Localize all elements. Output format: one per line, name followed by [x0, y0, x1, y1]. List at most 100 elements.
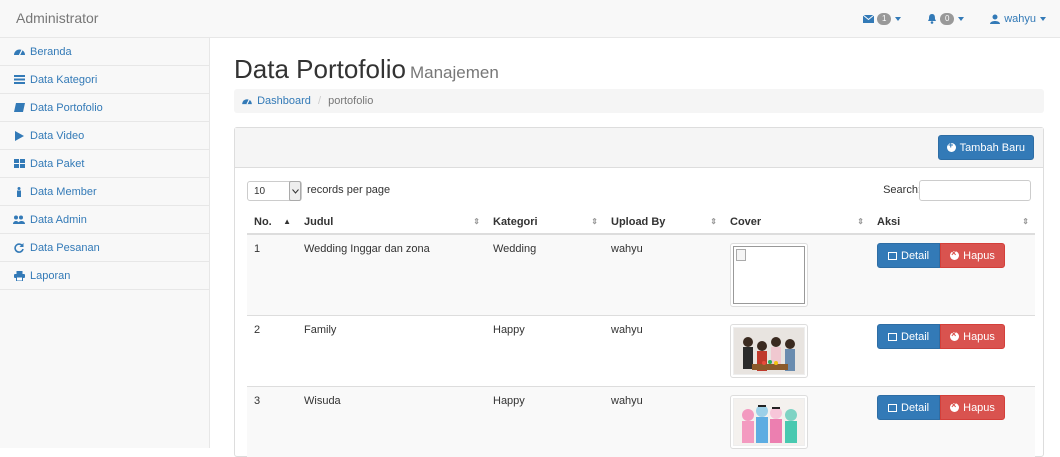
- sidebar-item-label: Laporan: [30, 270, 70, 282]
- sort-icon: ⇕: [857, 217, 864, 226]
- table-header-row: No.▲ Judul⇕ Kategori⇕ Upload By⇕ Cover⇕ …: [247, 210, 1035, 234]
- print-icon: [13, 271, 25, 281]
- page-title: Data PortofolioManajemen: [234, 54, 499, 85]
- sidebar-item-data-pesanan[interactable]: Data Pesanan: [0, 234, 209, 262]
- column-header-judul[interactable]: Judul⇕: [297, 210, 486, 234]
- header-label: Upload By: [611, 216, 665, 228]
- column-header-aksi[interactable]: Aksi ⇕: [870, 210, 1035, 234]
- chevron-down-icon: [289, 181, 301, 201]
- header-label: No.: [254, 216, 272, 228]
- play-icon: [13, 131, 25, 141]
- th-large-icon: [13, 159, 25, 169]
- add-new-button[interactable]: Tambah Baru: [938, 135, 1034, 160]
- book-icon: [13, 103, 25, 113]
- page-title-text: Data Portofolio: [234, 54, 406, 84]
- sidebar-item-data-admin[interactable]: Data Admin: [0, 206, 209, 234]
- cover-thumbnail: [730, 395, 808, 449]
- sidebar-item-label: Data Paket: [30, 158, 84, 170]
- column-header-cover[interactable]: Cover⇕: [723, 210, 870, 234]
- column-header-no[interactable]: No. ▲: [247, 210, 297, 234]
- detail-button[interactable]: Detail: [877, 243, 940, 268]
- delete-button[interactable]: Hapus: [940, 395, 1005, 420]
- breadcrumb-separator: /: [318, 95, 321, 107]
- caret-down-icon: [1040, 17, 1046, 21]
- bell-icon: [927, 14, 937, 24]
- action-buttons: Detail Hapus: [877, 243, 1005, 268]
- column-header-upload-by[interactable]: Upload By ⇕: [604, 210, 723, 234]
- header-label: Aksi: [877, 216, 900, 228]
- sort-asc-icon: ▲: [283, 217, 291, 226]
- breadcrumb: Dashboard / portofolio: [234, 89, 1044, 113]
- cell-kategori: Happy: [486, 387, 604, 457]
- dashboard-icon: [242, 97, 252, 105]
- sort-icon: ⇕: [710, 217, 717, 226]
- cell-aksi: Detail Hapus: [870, 316, 1035, 387]
- cell-upload-by: wahyu: [604, 316, 723, 387]
- cover-thumbnail: [730, 324, 808, 378]
- navbar-right: 1 0 wahyu: [837, 0, 1046, 38]
- header-label: Judul: [304, 216, 333, 228]
- sidebar-item-data-paket[interactable]: Data Paket: [0, 150, 209, 178]
- search-input[interactable]: [919, 180, 1031, 201]
- sidebar-item-data-portofolio[interactable]: Data Portofolio: [0, 94, 209, 122]
- cell-cover: [723, 316, 870, 387]
- sidebar-item-beranda[interactable]: Beranda: [0, 38, 209, 66]
- sidebar-item-label: Data Pesanan: [30, 242, 100, 254]
- search-label: Search:: [883, 184, 921, 196]
- family-photo: [733, 327, 805, 375]
- table-row: 3 Wisuda Happy wahyu: [247, 387, 1035, 457]
- user-dropdown[interactable]: wahyu: [990, 13, 1046, 25]
- portfolio-panel: Tambah Baru 10 records per page Search: …: [234, 127, 1044, 457]
- sort-icon: ⇕: [1022, 217, 1029, 226]
- edit-icon: [888, 252, 897, 260]
- sidebar-item-laporan[interactable]: Laporan: [0, 262, 209, 290]
- sidebar-item-data-kategori[interactable]: Data Kategori: [0, 66, 209, 94]
- add-new-label: Tambah Baru: [960, 142, 1025, 154]
- delete-label: Hapus: [963, 331, 995, 343]
- table-row: 2 Family Happy wahyu: [247, 316, 1035, 387]
- top-navbar: Administrator 1 0 wahyu: [0, 0, 1060, 38]
- alerts-dropdown[interactable]: 0: [927, 13, 964, 25]
- cell-upload-by: wahyu: [604, 234, 723, 316]
- cell-judul: Wedding Inggar dan zona: [297, 234, 486, 316]
- cell-no: 3: [247, 387, 297, 457]
- sidebar-item-data-video[interactable]: Data Video: [0, 122, 209, 150]
- action-buttons: Detail Hapus: [877, 395, 1005, 420]
- delete-button[interactable]: Hapus: [940, 243, 1005, 268]
- cell-cover: [723, 234, 870, 316]
- sidebar: Beranda Data Kategori Data Portofolio Da…: [0, 38, 210, 448]
- cell-kategori: Wedding: [486, 234, 604, 316]
- column-header-kategori[interactable]: Kategori⇕: [486, 210, 604, 234]
- sidebar-item-label: Data Portofolio: [30, 102, 103, 114]
- delete-button[interactable]: Hapus: [940, 324, 1005, 349]
- user-icon: [990, 14, 1000, 24]
- envelope-icon: [863, 15, 874, 23]
- users-icon: [13, 215, 25, 225]
- cell-judul: Wisuda: [297, 387, 486, 457]
- detail-label: Detail: [901, 402, 929, 414]
- detail-button[interactable]: Detail: [877, 324, 940, 349]
- edit-icon: [888, 333, 897, 341]
- times-circle-icon: [950, 403, 959, 412]
- times-circle-icon: [950, 251, 959, 260]
- sidebar-item-label: Data Video: [30, 130, 84, 142]
- records-per-page-label: records per page: [307, 184, 390, 196]
- action-buttons: Detail Hapus: [877, 324, 1005, 349]
- records-per-page-value: 10: [254, 186, 265, 197]
- times-circle-icon: [950, 332, 959, 341]
- table-row: 1 Wedding Inggar dan zona Wedding wahyu …: [247, 234, 1035, 316]
- panel-heading: Tambah Baru: [235, 128, 1043, 168]
- cell-cover: [723, 387, 870, 457]
- messages-dropdown[interactable]: 1: [863, 13, 901, 25]
- male-icon: [13, 187, 25, 197]
- header-label: Kategori: [493, 216, 538, 228]
- dashboard-icon: [13, 47, 25, 57]
- records-per-page-select[interactable]: 10: [247, 181, 302, 201]
- detail-button[interactable]: Detail: [877, 395, 940, 420]
- username: wahyu: [1004, 13, 1036, 25]
- breadcrumb-dashboard-link[interactable]: Dashboard: [257, 95, 311, 107]
- alerts-count-badge: 0: [940, 13, 954, 25]
- refresh-icon: [13, 243, 25, 253]
- sidebar-item-data-member[interactable]: Data Member: [0, 178, 209, 206]
- brand-title[interactable]: Administrator: [16, 10, 98, 26]
